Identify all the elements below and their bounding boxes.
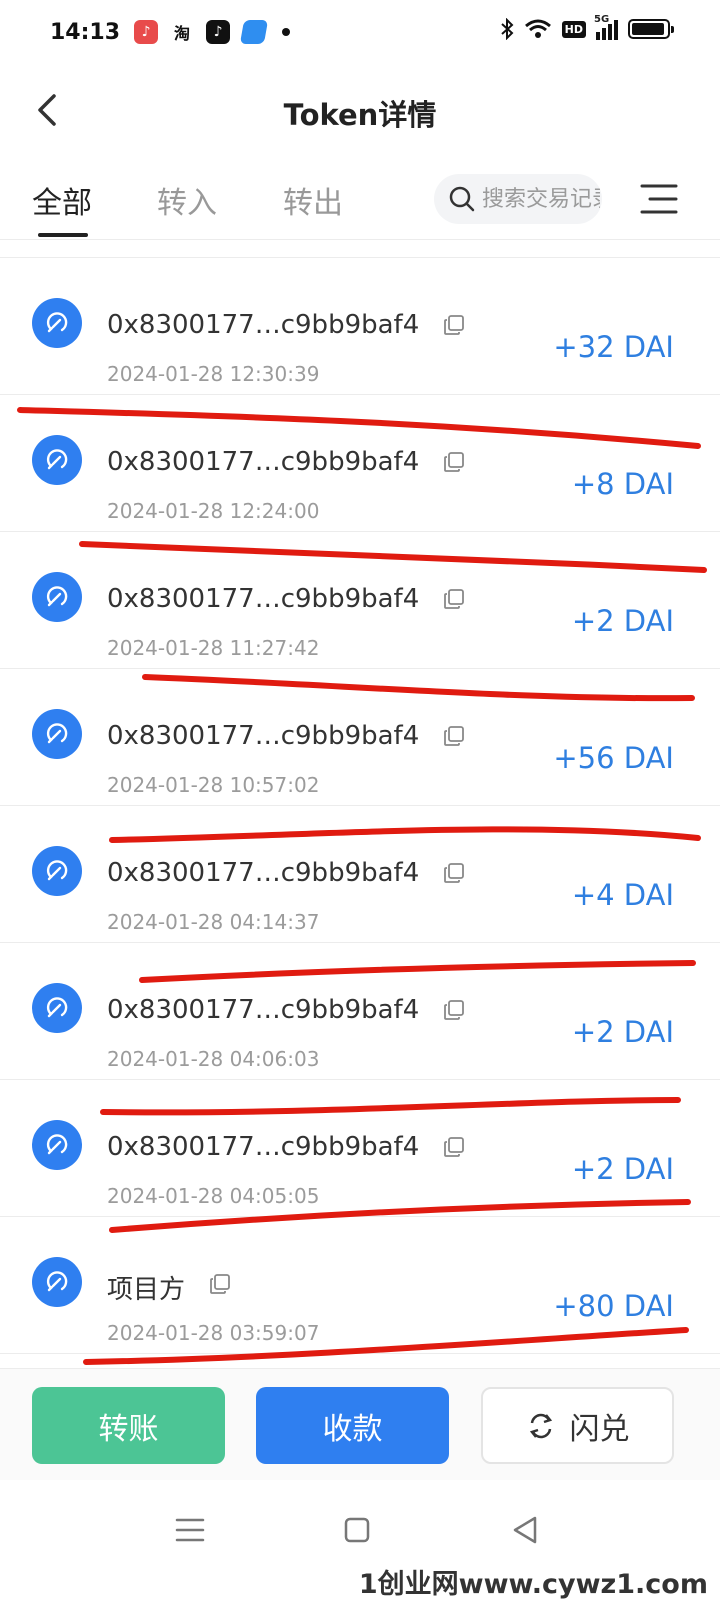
transaction-row[interactable]: 0x8300177…c9bb9baf4 2024-01-28 04:14:37 +4… [0,806,720,943]
swap-icon [529,1413,552,1438]
nav-menu-button[interactable] [170,1510,210,1550]
notification-dot-icon [282,28,291,36]
network-label: 5G [594,14,610,25]
token-avatar-icon [32,846,82,896]
transaction-row[interactable]: 0x8300177…c9bb9baf4 2024-01-28 11:27:42 +2… [0,532,720,669]
blue-app-icon [239,20,269,44]
transaction-address: 0x8300177…c9bb9baf4 [107,584,420,614]
transaction-amount: +4 DAI [571,878,674,912]
transaction-address: 0x8300177…c9bb9baf4 [107,447,420,477]
table-row-partial [0,240,720,258]
search-box[interactable] [434,174,602,224]
transaction-amount: +2 DAI [571,1015,674,1049]
watermark-text: 1创业网www.cywz1.com [358,1569,708,1600]
transaction-amount: +56 DAI [553,741,674,775]
transaction-row[interactable]: 0x8300177…c9bb9baf4 2024-01-28 10:57:02 +5… [0,669,720,806]
transaction-amount: +2 DAI [571,1152,674,1186]
menu-icon [175,1518,205,1542]
transaction-row[interactable]: 项目方 2024-01-28 03:59:07 +80 DAI [0,1217,720,1354]
receive-button-label: 收款 [322,1411,383,1447]
bluetooth-icon [500,18,514,40]
tiktok-app-icon: ♪ [206,20,231,44]
copy-icon[interactable] [443,862,465,884]
transaction-address: 0x8300177…c9bb9baf4 [107,858,420,888]
token-avatar-icon [32,1257,82,1307]
transaction-row[interactable]: 0x8300177…c9bb9baf4 2024-01-28 12:30:39 +3… [0,258,720,395]
transaction-amount: +32 DAI [553,330,674,364]
tab-all[interactable]: 全部 [32,178,92,222]
battery-icon [628,19,674,39]
music-app-icon: ♪ [134,20,159,44]
copy-icon[interactable] [443,725,465,747]
transaction-address: 项目方 [107,1275,186,1305]
page-title: Token详情 [283,98,437,132]
transaction-address: 0x8300177…c9bb9baf4 [107,1132,420,1162]
nav-home-button[interactable] [337,1510,377,1550]
back-triangle-icon [513,1516,537,1544]
transaction-time: 2024-01-28 10:57:02 [107,773,320,797]
status-indicators: HD 5G [500,14,674,40]
search-input[interactable] [482,186,600,212]
menu-lines-icon [640,184,678,214]
action-bar: 转账 收款 闪兑 [0,1368,720,1480]
token-avatar-icon [32,709,82,759]
transaction-time: 2024-01-28 12:30:39 [107,362,320,386]
transaction-amount: +2 DAI [571,604,674,638]
transaction-time: 2024-01-28 04:06:03 [107,1047,320,1071]
swap-button-label: 闪兑 [569,1411,630,1447]
transaction-time: 2024-01-28 04:05:05 [107,1184,320,1208]
status-bar: 14:13 ♪ 淘 ♪ HD 5G [0,0,720,64]
filter-tabs: 全部 转入 转出 [0,160,720,240]
transaction-list: 0x8300177…c9bb9baf4 2024-01-28 12:30:39 +3… [0,240,720,1368]
filter-menu-button[interactable] [640,182,678,216]
transaction-amount: +8 DAI [571,467,674,501]
copy-icon[interactable] [443,1136,465,1158]
token-avatar-icon [32,572,82,622]
transaction-amount: +80 DAI [553,1289,674,1323]
search-icon [449,186,475,212]
taobao-app-icon: 淘 [174,24,191,43]
copy-icon[interactable] [443,588,465,610]
token-avatar-icon [32,983,82,1033]
swap-button[interactable]: 闪兑 [481,1387,674,1464]
battery-level [632,23,665,35]
transfer-button[interactable]: 转账 [32,1387,225,1464]
token-avatar-icon [32,435,82,485]
copy-icon[interactable] [443,999,465,1021]
hd-badge: HD [561,20,586,38]
transaction-row[interactable]: 0x8300177…c9bb9baf4 2024-01-28 04:05:05 +2… [0,1080,720,1217]
copy-icon[interactable] [209,1273,231,1295]
active-tab-indicator [38,233,88,237]
tab-outgoing[interactable]: 转出 [283,178,343,222]
header: Token详情 [0,64,720,156]
network-signal: 5G [594,14,618,40]
transaction-address: 0x8300177…c9bb9baf4 [107,721,420,751]
tab-incoming[interactable]: 转入 [157,178,217,222]
token-avatar-icon [32,298,82,348]
transaction-time: 2024-01-28 12:24:00 [107,499,320,523]
transaction-time: 2024-01-28 03:59:07 [107,1321,320,1345]
copy-icon[interactable] [443,451,465,473]
status-time: 14:13 [50,19,121,45]
transaction-row[interactable]: 0x8300177…c9bb9baf4 2024-01-28 12:24:00 +8… [0,395,720,532]
nav-back-button[interactable] [505,1510,545,1550]
wifi-icon [524,19,551,38]
transaction-address: 0x8300177…c9bb9baf4 [107,995,420,1025]
home-square-icon [344,1517,370,1543]
token-avatar-icon [32,1120,82,1170]
transaction-time: 2024-01-28 11:27:42 [107,636,320,660]
transfer-button-label: 转账 [98,1411,159,1447]
transaction-address: 0x8300177…c9bb9baf4 [107,310,420,340]
transaction-time: 2024-01-28 04:14:37 [107,910,320,934]
transaction-row[interactable]: 0x8300177…c9bb9baf4 2024-01-28 04:06:03 +2… [0,943,720,1080]
receive-button[interactable]: 收款 [256,1387,449,1464]
copy-icon[interactable] [443,314,465,336]
